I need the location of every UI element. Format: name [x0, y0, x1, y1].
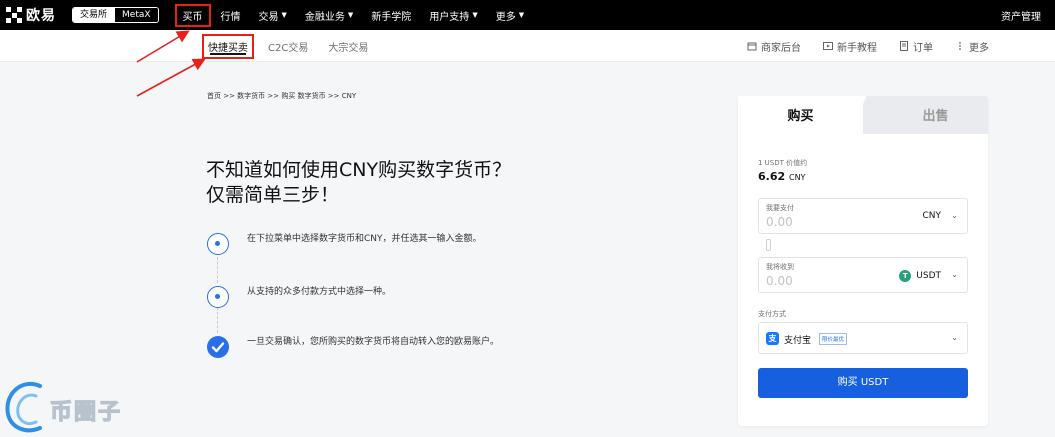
price-value: 6.62 CNY: [758, 170, 805, 183]
mode-exchange-button[interactable]: 交易所: [73, 8, 115, 22]
chevron-down-icon[interactable]: ⌄: [951, 333, 958, 342]
payment-method-name: 支付宝: [784, 336, 812, 346]
pay-currency-select[interactable]: CNY: [922, 211, 941, 221]
payment-method-select[interactable]: 支 支付宝 限价最优 ⌄: [758, 322, 968, 354]
best-price-badge: 限价最优: [819, 333, 848, 345]
chevron-down-icon: ▼: [472, 11, 478, 19]
tab-buy[interactable]: 购买: [738, 96, 863, 134]
nav-buy-crypto[interactable]: 买币: [174, 3, 211, 27]
okx-logo[interactable]: 欧易: [6, 0, 56, 30]
top-navbar: 欧易 交易所 MetaX 买币 行情 交易 ▼ 金融业务 ▼ 新手学院 用户支持 ▼ …: [0, 0, 1055, 30]
field-label: 我将收到: [766, 263, 794, 271]
trade-card: 购买 出售 1 USDT 价值约 6.62 CNY 我要支付 0.00 CNY …: [738, 96, 988, 426]
chevron-down-icon: ▼: [347, 11, 354, 19]
step-item: 一旦交易确认，您所购买的数字货币将自动转入您的欧易账户。: [207, 328, 537, 378]
currency-label: USDT: [916, 271, 941, 281]
nav-markets[interactable]: 行情: [221, 8, 241, 23]
step-item: 在下拉菜单中选择数字货币和CNY，并任选其一输入金额。: [207, 225, 537, 278]
headline-line-1: 不知道如何使用CNY购买数字货币？: [206, 159, 512, 181]
chevron-down-icon[interactable]: ⌄: [951, 211, 958, 220]
nav-label: 行情: [220, 11, 241, 23]
merchant-icon: [747, 42, 757, 51]
link-label: 商家后台: [761, 42, 801, 54]
price-currency: CNY: [788, 173, 806, 182]
nav-label: 金融业务: [304, 11, 345, 23]
nav-trade[interactable]: 交易 ▼: [259, 8, 287, 23]
step-pending-icon: [207, 233, 229, 255]
more-dots-icon: [959, 42, 961, 50]
arrow-to-quick-tab: [136, 58, 206, 97]
pay-amount-field[interactable]: 我要支付 0.00 CNY ⌄: [758, 198, 968, 234]
step-text: 一旦交易确认，您所购买的数字货币将自动转入您的欧易账户。: [247, 337, 500, 347]
alipay-icon: 支: [766, 332, 779, 345]
receive-amount-field[interactable]: 我将收到 0.00 T USDT ⌄: [758, 257, 968, 293]
sub-tabs: 快捷买卖 C2C交易 大宗交易: [202, 30, 388, 62]
logo-text: 欧易: [26, 8, 56, 24]
headline-line-2: 仅需简单三步！: [206, 184, 340, 206]
nav-academy[interactable]: 新手学院: [371, 8, 411, 23]
video-icon: [823, 42, 833, 50]
link-label: 新手教程: [837, 42, 877, 54]
chevron-down-icon[interactable]: ⌄: [951, 270, 958, 279]
step-pending-icon: [207, 286, 229, 308]
tab-sell[interactable]: 出售: [883, 96, 988, 134]
breadcrumb[interactable]: 首页 >> 数字货币 >> 购买 数字货币 >> CNY: [207, 91, 356, 101]
pay-amount-input[interactable]: 0.00: [766, 215, 793, 229]
nav-more[interactable]: 更多 ▼: [496, 8, 524, 23]
steps-list: 在下拉菜单中选择数字货币和CNY，并任选其一输入金额。 从支持的众多付款方式中选…: [207, 225, 537, 378]
step-text: 从支持的众多付款方式中选择一种。: [247, 287, 392, 297]
nav-label: 更多: [495, 11, 516, 23]
main-menu: 买币 行情 交易 ▼ 金融业务 ▼ 新手学院 用户支持 ▼ 更多 ▼: [174, 0, 543, 30]
watermark: 币圈子: [0, 372, 160, 437]
price-label: 1 USDT 价值约: [758, 159, 808, 167]
field-label: 我要支付: [766, 204, 794, 212]
nav-asset-management[interactable]: 资产管理: [1001, 0, 1041, 30]
page-headline: 不知道如何使用CNY购买数字货币？ 仅需简单三步！: [206, 158, 546, 208]
tab-block-trade[interactable]: 大宗交易: [328, 39, 368, 54]
nav-label: 新手学院: [371, 11, 412, 23]
payment-method-label: 支付方式: [758, 310, 786, 318]
sub-navbar: 快捷买卖 C2C交易 大宗交易 商家后台 新手教程 订单 更多: [0, 30, 1055, 62]
receive-currency-select[interactable]: T USDT: [899, 270, 941, 282]
nav-label: 资产管理: [1001, 11, 1041, 23]
tab-quick-buy-sell[interactable]: 快捷买卖: [202, 33, 254, 59]
link-icon: [766, 239, 771, 251]
watermark-text: 币圈子: [49, 399, 123, 425]
sub-right-links: 商家后台 新手教程 订单 更多: [725, 30, 989, 62]
chevron-down-icon: ▼: [518, 11, 525, 19]
chevron-down-icon: ▼: [281, 11, 287, 19]
tab-c2c[interactable]: C2C交易: [268, 39, 308, 54]
link-label: 更多: [969, 42, 989, 54]
mode-web3-button[interactable]: MetaX: [114, 8, 158, 22]
mode-switch: 交易所 MetaX: [72, 7, 159, 23]
nav-label: 买币: [182, 11, 203, 23]
okx-logo-icon: [6, 7, 22, 23]
step-text: 在下拉菜单中选择数字货币和CNY，并任选其一输入金额。: [247, 234, 482, 244]
price-number: 6.62: [758, 170, 786, 183]
orders-link[interactable]: 订单: [899, 39, 933, 54]
check-circle-icon: [207, 336, 229, 358]
order-icon: [900, 41, 908, 51]
card-tabs: 购买 出售: [738, 96, 988, 134]
nav-label: 交易: [258, 11, 279, 23]
more-link[interactable]: 更多: [955, 39, 989, 54]
link-label: 订单: [913, 42, 933, 54]
currency-label: CNY: [922, 211, 941, 221]
nav-finance[interactable]: 金融业务 ▼: [305, 8, 353, 23]
buy-usdt-button[interactable]: 购买 USDT: [758, 368, 968, 398]
tutorial-link[interactable]: 新手教程: [823, 39, 877, 54]
step-item: 从支持的众多付款方式中选择一种。: [207, 278, 537, 328]
receive-amount-input[interactable]: 0.00: [766, 274, 793, 288]
nav-label: 用户支持: [429, 11, 470, 23]
nav-support[interactable]: 用户支持 ▼: [429, 8, 477, 23]
usdt-icon: T: [899, 270, 912, 282]
merchant-link[interactable]: 商家后台: [747, 39, 801, 54]
